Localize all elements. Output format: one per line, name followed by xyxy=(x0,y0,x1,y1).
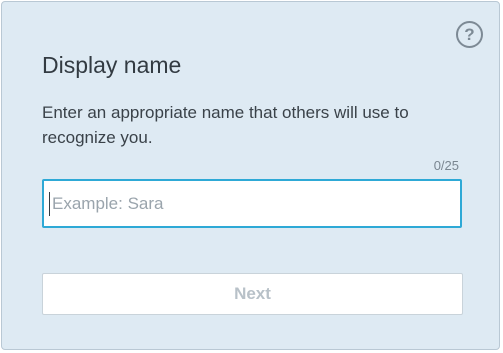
character-counter: 0/25 xyxy=(433,158,459,173)
help-icon[interactable]: ? xyxy=(456,21,483,48)
display-name-field xyxy=(42,179,462,228)
text-caret xyxy=(49,192,50,216)
display-name-dialog: ? Display name Enter an appropriate name… xyxy=(1,1,500,350)
next-button[interactable]: Next xyxy=(42,273,463,315)
dialog-description: Enter an appropriate name that others wi… xyxy=(42,103,409,147)
dialog-title: Display name xyxy=(42,52,182,78)
display-name-input[interactable] xyxy=(44,181,460,226)
